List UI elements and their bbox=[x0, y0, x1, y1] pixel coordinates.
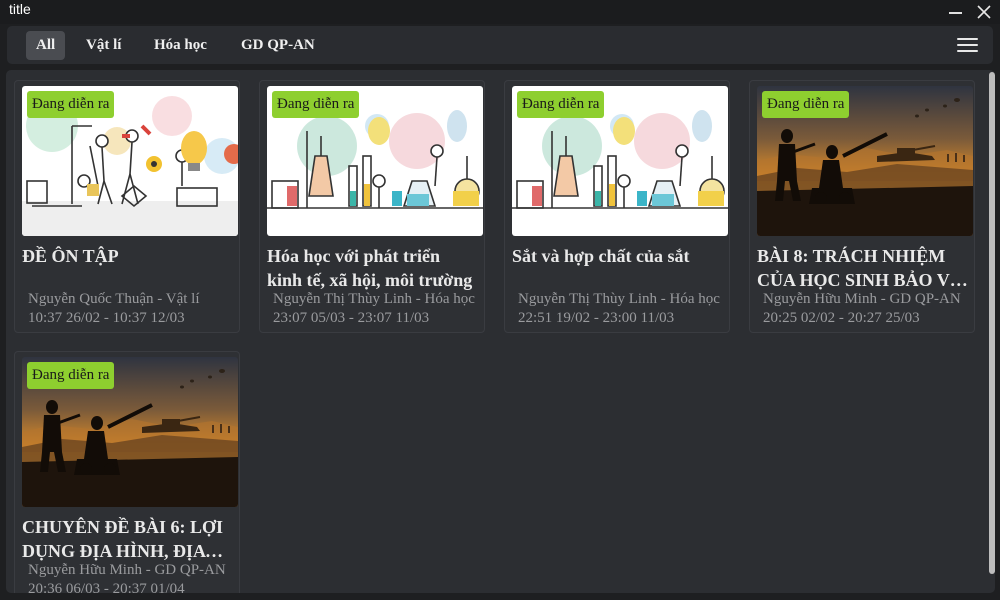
tab-all[interactable]: All bbox=[26, 31, 66, 60]
course-thumbnail-science-doodle: Đang diễn ra bbox=[267, 86, 483, 236]
hamburger-menu-icon[interactable] bbox=[954, 35, 980, 55]
course-author: Nguyễn Thị Thùy Linh - Hóa học bbox=[273, 291, 475, 307]
course-title: Hóa học với phát triển kinh tế, xã hội, … bbox=[267, 246, 473, 290]
status-badge: Đang diễn ra bbox=[27, 362, 115, 389]
course-title: CHUYÊN ĐỀ BÀI 6: LỢI DỤNG ĐỊA HÌNH, ĐỊA … bbox=[22, 517, 224, 561]
course-author: Nguyễn Hữu Minh - GD QP-AN bbox=[763, 291, 961, 307]
course-thumbnail-science-doodle: Đang diễn ra bbox=[22, 86, 238, 236]
course-thumbnail-soldiers: Đang diễn ra bbox=[22, 357, 238, 507]
course-author: Nguyễn Quốc Thuận - Vật lí bbox=[28, 291, 200, 307]
status-badge: Đang diễn ra bbox=[27, 91, 115, 118]
status-badge: Đang diễn ra bbox=[762, 91, 850, 118]
tab-vat-li[interactable]: Vật lí bbox=[76, 31, 131, 60]
status-badge: Đang diễn ra bbox=[517, 91, 605, 118]
filter-toolbar: All Vật lí Hóa học GD QP-AN bbox=[7, 26, 993, 64]
course-card[interactable]: Đang diễn ra ĐỀ ÔN TẬP Nguyễn Quốc Thuận… bbox=[14, 80, 240, 333]
course-grid: Đang diễn ra ĐỀ ÔN TẬP Nguyễn Quốc Thuận… bbox=[6, 70, 995, 593]
course-author: Nguyễn Thị Thùy Linh - Hóa học bbox=[518, 291, 720, 307]
window-title: title bbox=[9, 1, 31, 17]
close-icon[interactable] bbox=[970, 0, 998, 24]
tab-gd-qp-an[interactable]: GD QP-AN bbox=[231, 31, 325, 60]
scrollbar-thumb[interactable] bbox=[989, 72, 995, 574]
course-time-range: 20:36 06/03 - 20:37 01/04 bbox=[28, 581, 185, 593]
course-time-range: 10:37 26/02 - 10:37 12/03 bbox=[28, 310, 185, 326]
course-card[interactable]: Đang diễn ra BÀI 8: TRÁCH NHIỆM CỦA HỌC … bbox=[749, 80, 975, 333]
status-badge: Đang diễn ra bbox=[272, 91, 360, 118]
course-card[interactable]: Đang diễn ra Sắt và hợp chất của sắt Ngu… bbox=[504, 80, 730, 333]
tab-hoa-hoc[interactable]: Hóa học bbox=[144, 31, 217, 60]
minimize-icon[interactable] bbox=[942, 0, 970, 24]
course-time-range: 23:07 05/03 - 23:07 11/03 bbox=[273, 310, 430, 326]
window-titlebar: title bbox=[0, 0, 1000, 24]
course-title: ĐỀ ÔN TẬP bbox=[22, 246, 119, 266]
course-card[interactable]: Đang diễn ra Hóa học với phát triển kinh… bbox=[259, 80, 485, 333]
course-title: BÀI 8: TRÁCH NHIỆM CỦA HỌC SINH BẢO VỆ T… bbox=[757, 246, 962, 290]
course-thumbnail-science-doodle: Đang diễn ra bbox=[512, 86, 728, 236]
course-time-range: 20:25 02/02 - 20:27 25/03 bbox=[763, 310, 920, 326]
course-thumbnail-soldiers: Đang diễn ra bbox=[757, 86, 973, 236]
course-time-range: 22:51 19/02 - 23:00 11/03 bbox=[518, 310, 675, 326]
course-card[interactable]: Đang diễn ra CHUYÊN ĐỀ BÀI 6: LỢI DỤNG Đ… bbox=[14, 351, 240, 593]
course-author: Nguyễn Hữu Minh - GD QP-AN bbox=[28, 562, 226, 578]
course-title: Sắt và hợp chất của sắt bbox=[512, 246, 690, 266]
vertical-scrollbar[interactable] bbox=[989, 70, 995, 593]
